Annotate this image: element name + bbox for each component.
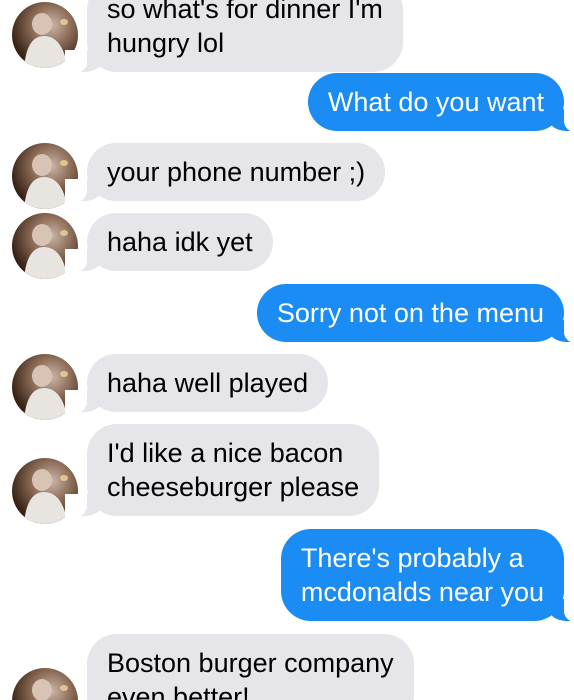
contact-avatar[interactable] xyxy=(12,668,78,700)
message-thread: so what's for dinner I'm hungry lol What… xyxy=(0,0,574,700)
incoming-message-bubble[interactable]: I'd like a nice bacon cheeseburger pleas… xyxy=(64,424,380,518)
message-text-line: cheeseburger please xyxy=(107,472,360,502)
message-text-line: I'd like a nice bacon xyxy=(107,438,344,468)
message-text-line: What do you want xyxy=(327,87,544,117)
incoming-message-bubble[interactable]: Boston burger company even better! xyxy=(87,634,414,700)
outgoing-message-bubble[interactable]: Sorry not on the menu xyxy=(256,284,574,344)
incoming-message-bubble[interactable]: your phone number ;) xyxy=(64,143,386,203)
message-text-line: even better! xyxy=(107,682,250,700)
message-text-line: your phone number ;) xyxy=(107,157,366,187)
message-text-line: mcdonalds near you xyxy=(300,577,544,607)
message-text-line: There's probably a xyxy=(300,543,524,573)
message-text-line: Sorry not on the menu xyxy=(276,298,544,328)
person-photo-icon xyxy=(32,679,68,700)
incoming-message-bubble[interactable]: haha well played xyxy=(64,354,329,414)
outgoing-message-bubble[interactable]: What do you want xyxy=(307,73,574,133)
message-text-line: so what's for dinner I'm xyxy=(107,0,383,24)
outgoing-message-bubble[interactable]: There's probably a mcdonalds near you xyxy=(280,529,574,623)
incoming-message-bubble[interactable]: so what's for dinner I'm hungry lol xyxy=(65,0,403,74)
message-text-line: haha well played xyxy=(107,368,309,398)
incoming-message-bubble[interactable]: haha idk yet xyxy=(65,213,273,273)
message-text-line: hungry lol xyxy=(107,28,225,58)
message-text-line: haha idk yet xyxy=(107,227,253,257)
message-text-line: Boston burger company xyxy=(107,648,394,678)
